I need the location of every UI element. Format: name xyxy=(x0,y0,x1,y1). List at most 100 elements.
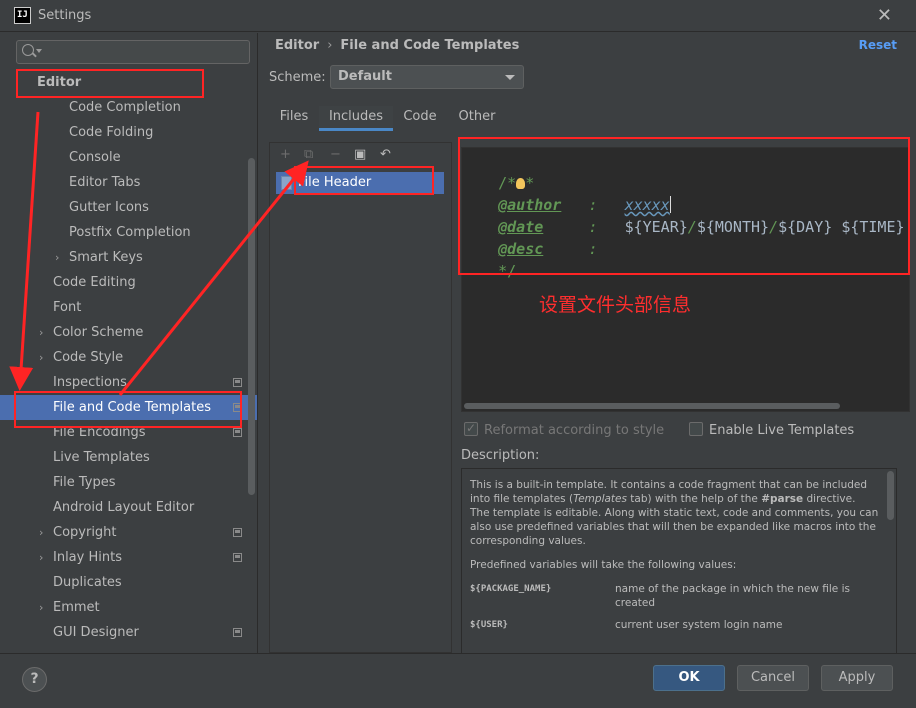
editor-horizontal-scrollbar[interactable] xyxy=(464,403,840,409)
desc-text: tab) with the help of the xyxy=(626,493,762,505)
sidebar-item-label: Editor Tabs xyxy=(69,175,141,190)
add-child-icon[interactable]: ⧉ xyxy=(304,147,313,162)
chevron-right-icon[interactable]: › xyxy=(39,320,43,345)
annotation-box-file-and-code-templates xyxy=(14,391,242,428)
description-paragraph-3: Predefined variables will take the follo… xyxy=(470,559,737,571)
variable-description: current user system login name xyxy=(615,619,783,631)
sidebar-item-label: File Types xyxy=(53,475,116,490)
breadcrumb-page: File and Code Templates xyxy=(340,38,520,53)
copy-icon[interactable]: ▣ xyxy=(354,147,366,162)
chevron-down-icon xyxy=(505,75,515,80)
variable-row: ${USER} current user system login name xyxy=(470,618,882,653)
sidebar-item-code-completion[interactable]: Code Completion xyxy=(0,95,257,120)
desc-emphasis: Templates xyxy=(573,493,627,505)
scheme-dropdown[interactable]: Default xyxy=(330,65,524,89)
sidebar-item-emmet[interactable]: › Emmet xyxy=(0,595,257,620)
scheme-label: Scheme: xyxy=(269,70,326,85)
sidebar-item-console[interactable]: Console xyxy=(0,145,257,170)
sidebar-item-postfix-completion[interactable]: Postfix Completion xyxy=(0,220,257,245)
sidebar-item-editor-tabs[interactable]: Editor Tabs xyxy=(0,170,257,195)
live-templates-checkbox-box[interactable] xyxy=(689,422,703,436)
cancel-button[interactable]: Cancel xyxy=(737,665,809,691)
sidebar-scrollbar[interactable] xyxy=(248,158,255,495)
sidebar-item-label: Code Completion xyxy=(69,100,181,115)
sidebar-item-label: Code Editing xyxy=(53,275,136,290)
breadcrumb: Editor › File and Code Templates xyxy=(275,38,519,53)
variable-name: ${PACKAGE_NAME} xyxy=(470,584,552,594)
tab-other[interactable]: Other xyxy=(453,106,501,131)
variable-name: ${USER} xyxy=(470,620,508,630)
sidebar-item-inlay-hints[interactable]: › Inlay Hints xyxy=(0,545,257,570)
apply-button[interactable]: Apply xyxy=(821,665,893,691)
sidebar-item-label: Android Layout Editor xyxy=(53,500,195,515)
sidebar-item-gui-designer[interactable]: GUI Designer xyxy=(0,620,257,645)
reformat-checkbox-box[interactable] xyxy=(464,420,478,436)
sidebar-item-android-layout-editor[interactable]: Android Layout Editor xyxy=(0,495,257,520)
desc-text: directive. xyxy=(803,493,856,505)
sidebar-item-code-style[interactable]: › Code Style xyxy=(0,345,257,370)
annotation-box-template-code xyxy=(458,137,910,275)
chevron-right-icon[interactable]: › xyxy=(39,345,43,370)
reformat-checkbox[interactable]: Reformat according to style xyxy=(464,420,665,440)
sidebar-item-label: Color Scheme xyxy=(53,325,144,340)
sidebar-item-color-scheme[interactable]: › Color Scheme xyxy=(0,320,257,345)
sidebar-item-font[interactable]: Font xyxy=(0,295,257,320)
sidebar-item-label: Inspections xyxy=(53,375,127,390)
sidebar-item-label: Font xyxy=(53,300,82,315)
sidebar-item-label: Duplicates xyxy=(53,575,122,590)
description-paragraph-1: This is a built-in template. It contains… xyxy=(470,478,882,548)
desc-strong: #parse xyxy=(761,493,804,505)
sidebar-item-label: Smart Keys xyxy=(69,250,143,265)
settings-tree: Editor Code Completion Code Folding Console… xyxy=(0,70,257,645)
help-button[interactable]: ? xyxy=(22,667,47,692)
ok-button[interactable]: OK xyxy=(653,665,725,691)
tab-files[interactable]: Files xyxy=(269,106,319,131)
sidebar-item-copyright[interactable]: › Copyright xyxy=(0,520,257,545)
sidebar-item-label: Console xyxy=(69,150,121,165)
sidebar-item-live-templates[interactable]: Live Templates xyxy=(0,445,257,470)
sidebar-item-label: Inlay Hints xyxy=(53,550,122,565)
template-list-panel: + ⧉ − ▣ ↶ File Header xyxy=(269,142,452,653)
tab-includes[interactable]: Includes xyxy=(319,106,393,131)
remove-icon[interactable]: − xyxy=(330,147,341,162)
description-scrollbar[interactable] xyxy=(887,471,894,520)
sidebar-item-label: GUI Designer xyxy=(53,625,139,640)
title-bar: IJ Settings ✕ xyxy=(0,0,916,32)
description-panel: This is a built-in template. It contains… xyxy=(461,468,897,654)
project-scope-icon xyxy=(233,428,242,437)
sidebar-item-file-types[interactable]: File Types xyxy=(0,470,257,495)
sidebar-item-label: Code Style xyxy=(53,350,124,365)
chevron-right-icon[interactable]: › xyxy=(39,520,43,545)
sidebar-item-label: Postfix Completion xyxy=(69,225,191,240)
chevron-right-icon[interactable]: › xyxy=(55,245,59,270)
chevron-right-icon[interactable]: › xyxy=(39,595,43,620)
breadcrumb-root: Editor xyxy=(275,38,320,53)
project-scope-icon xyxy=(233,628,242,637)
tab-code[interactable]: Code xyxy=(397,106,443,131)
sidebar-item-gutter-icons[interactable]: Gutter Icons xyxy=(0,195,257,220)
dialog-button-bar: ? OK Cancel Apply xyxy=(0,653,916,708)
sidebar-item-label: Live Templates xyxy=(53,450,150,465)
sidebar-item-label: Gutter Icons xyxy=(69,200,149,215)
search-input[interactable] xyxy=(16,40,250,64)
sidebar-item-smart-keys[interactable]: › Smart Keys xyxy=(0,245,257,270)
template-toolbar: + ⧉ − ▣ ↶ xyxy=(270,143,451,165)
project-scope-icon xyxy=(233,528,242,537)
sidebar-item-duplicates[interactable]: Duplicates xyxy=(0,570,257,595)
sidebar-item-label: Copyright xyxy=(53,525,117,540)
reformat-label: Reformat according to style xyxy=(484,423,665,438)
reset-link[interactable]: Reset xyxy=(859,38,897,52)
add-icon[interactable]: + xyxy=(280,147,291,162)
annotation-text: 设置文件头部信息 xyxy=(539,294,692,316)
close-icon[interactable]: ✕ xyxy=(877,5,892,26)
chevron-right-icon[interactable]: › xyxy=(39,545,43,570)
search-history-chevron-icon[interactable] xyxy=(36,49,42,53)
live-templates-checkbox[interactable]: Enable Live Templates xyxy=(689,422,854,440)
sidebar-item-code-folding[interactable]: Code Folding xyxy=(0,120,257,145)
sidebar-item-code-editing[interactable]: Code Editing xyxy=(0,270,257,295)
sidebar-item-label: Code Folding xyxy=(69,125,154,140)
template-file-icon xyxy=(281,176,292,190)
project-scope-icon xyxy=(233,378,242,387)
live-templates-label: Enable Live Templates xyxy=(709,423,855,438)
reset-to-default-icon[interactable]: ↶ xyxy=(380,147,391,162)
